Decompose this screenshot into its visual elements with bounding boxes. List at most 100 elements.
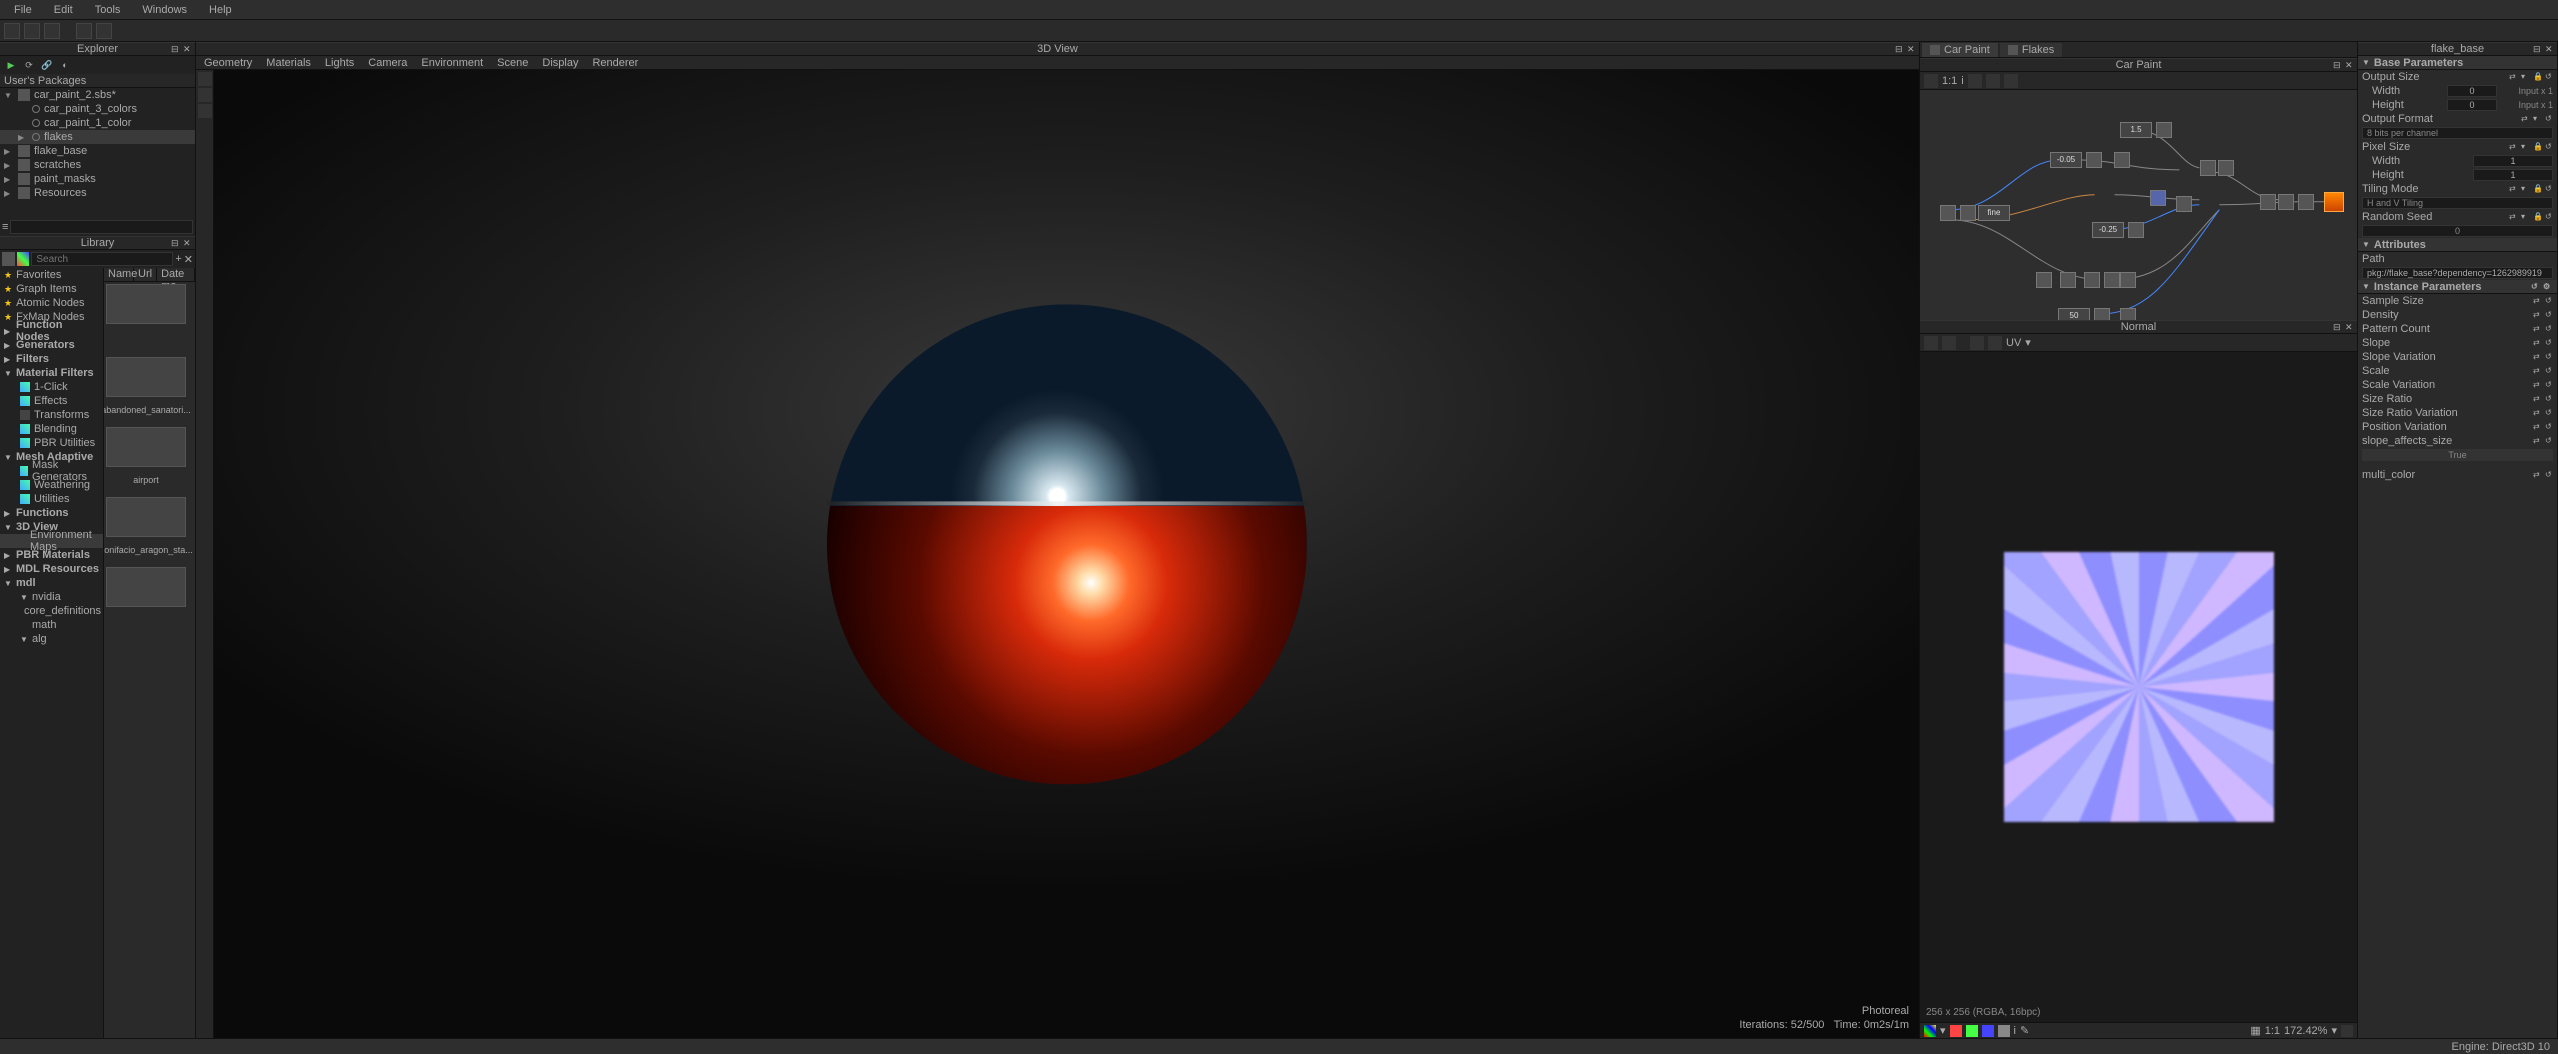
tree-item[interactable]: car_paint_1_color xyxy=(0,116,195,130)
dropdown-icon[interactable]: ▾ xyxy=(2521,212,2531,222)
library-category[interactable]: ▶MDL Resources xyxy=(0,562,103,576)
reset-icon[interactable]: ↺ xyxy=(2545,142,2555,152)
graph-output-node[interactable] xyxy=(2324,192,2344,212)
dropdown-icon[interactable]: ▾ xyxy=(2521,142,2531,152)
library-category[interactable]: ▼Material Filters xyxy=(0,366,103,380)
pin-icon[interactable]: ⊟ xyxy=(2333,60,2343,70)
alpha-channel[interactable] xyxy=(1998,1025,2010,1037)
close-icon[interactable]: ✕ xyxy=(1907,44,1917,54)
library-category[interactable]: ▶Functions xyxy=(0,506,103,520)
graph-node[interactable] xyxy=(2114,152,2130,168)
graph-node[interactable]: 1.5 xyxy=(2120,122,2152,138)
info-icon[interactable]: i xyxy=(1961,75,1963,87)
toolbar-new-icon[interactable] xyxy=(4,23,20,39)
reset-icon[interactable]: ↺ xyxy=(2545,422,2555,432)
refresh-icon[interactable]: ⟳ xyxy=(22,58,36,72)
col-url[interactable]: Url xyxy=(134,268,157,281)
tool-icon[interactable] xyxy=(198,104,212,118)
explorer-filter-input[interactable] xyxy=(10,220,193,234)
link-icon[interactable]: ⇄ xyxy=(2533,296,2543,306)
view3d-menu-item[interactable]: Environment xyxy=(421,57,483,69)
reset-icon[interactable]: ↺ xyxy=(2545,394,2555,404)
library-items[interactable]: Name Url Date mo... abandoned_sanatori..… xyxy=(104,268,195,1038)
height-input[interactable]: 0 xyxy=(2447,99,2497,111)
library-category[interactable]: Transforms xyxy=(0,408,103,422)
graph-tool-icon[interactable] xyxy=(2004,74,2018,88)
tiling-field[interactable]: H and V Tiling xyxy=(2362,197,2553,209)
tool-icon[interactable] xyxy=(198,72,212,86)
graph-node[interactable] xyxy=(2128,222,2144,238)
menu-windows[interactable]: Windows xyxy=(132,2,197,18)
zoom-label[interactable]: 172.42% xyxy=(2284,1025,2327,1037)
link-icon[interactable]: ⇄ xyxy=(2509,142,2519,152)
graph-tool-icon[interactable] xyxy=(1968,74,1982,88)
section-base-parameters[interactable]: ▼Base Parameters xyxy=(2358,56,2557,70)
link-icon[interactable]: ⇄ xyxy=(2533,366,2543,376)
graph-node[interactable] xyxy=(1940,205,1956,221)
link-icon[interactable]: ⇄ xyxy=(2533,470,2543,480)
library-search-input[interactable] xyxy=(31,252,173,266)
graph-node[interactable] xyxy=(2036,272,2052,288)
filter-icon[interactable]: ≡ xyxy=(2,221,8,233)
rgba-icon[interactable] xyxy=(1924,1025,1936,1037)
tool-icon[interactable] xyxy=(2341,1025,2353,1037)
graph-node[interactable] xyxy=(2104,272,2120,288)
library-category[interactable]: Utilities xyxy=(0,492,103,506)
section-instance-parameters[interactable]: ▼Instance Parameters↺⚙ xyxy=(2358,280,2557,294)
graph-tool-icon[interactable] xyxy=(1924,74,1938,88)
tab-flakes[interactable]: Flakes xyxy=(2000,43,2062,57)
zoom-icon[interactable] xyxy=(1986,74,2000,88)
add-icon[interactable]: + xyxy=(175,253,181,265)
library-category[interactable]: Mask Generators xyxy=(0,464,103,478)
view3d-menu-item[interactable]: Lights xyxy=(325,57,354,69)
link-icon[interactable]: ⇄ xyxy=(2521,114,2531,124)
library-category[interactable]: ▶Function Nodes xyxy=(0,324,103,338)
red-channel[interactable] xyxy=(1950,1025,1962,1037)
reset-icon[interactable]: ↺ xyxy=(2545,72,2555,82)
tree-item[interactable]: ▶scratches xyxy=(0,158,195,172)
link-icon[interactable]: ⇄ xyxy=(2509,184,2519,194)
px-width-input[interactable]: 1 xyxy=(2473,155,2553,167)
tab-car-paint[interactable]: Car Paint xyxy=(1922,43,1998,57)
graph-node[interactable] xyxy=(2120,272,2136,288)
graph-node[interactable] xyxy=(2218,160,2234,176)
view3d-menu-item[interactable]: Scene xyxy=(497,57,528,69)
dropdown-icon[interactable]: ▾ xyxy=(1940,1024,1946,1037)
toolbar-open-icon[interactable] xyxy=(24,23,40,39)
clear-icon[interactable]: ✕ xyxy=(184,253,193,266)
px-height-input[interactable]: 1 xyxy=(2473,169,2553,181)
library-thumb[interactable]: airport xyxy=(106,427,186,493)
pin-icon[interactable]: ⊟ xyxy=(171,44,181,54)
library-category[interactable]: Effects xyxy=(0,394,103,408)
menu-tools[interactable]: Tools xyxy=(85,2,131,18)
library-category[interactable]: Weathering xyxy=(0,478,103,492)
explorer-tree[interactable]: ▼car_paint_2.sbs*car_paint_3_colorscar_p… xyxy=(0,88,195,218)
graph-node[interactable]: 50 xyxy=(2058,308,2090,320)
reset-icon[interactable]: ↺ xyxy=(2545,470,2555,480)
link-icon[interactable]: 🔗 xyxy=(40,58,54,72)
reset-icon[interactable]: ↺ xyxy=(2545,212,2555,222)
library-category[interactable]: ★Atomic Nodes xyxy=(0,296,103,310)
lock-icon[interactable]: 🔒 xyxy=(2533,212,2543,222)
eyedropper-icon[interactable]: ✎ xyxy=(2020,1024,2029,1037)
close-icon[interactable]: ✕ xyxy=(2345,60,2355,70)
tree-item[interactable]: ▶paint_masks xyxy=(0,172,195,186)
tree-item[interactable]: ▼car_paint_2.sbs* xyxy=(0,88,195,102)
col-date[interactable]: Date mo... xyxy=(157,268,195,281)
link-icon[interactable]: ⇄ xyxy=(2533,310,2543,320)
library-category[interactable]: PBR Utilities xyxy=(0,436,103,450)
col-name[interactable]: Name xyxy=(104,268,134,281)
graph-node[interactable] xyxy=(2150,190,2166,206)
reset-icon[interactable]: ↺ xyxy=(2545,408,2555,418)
view3d-menu-item[interactable]: Materials xyxy=(266,57,311,69)
tool-icon[interactable] xyxy=(198,88,212,102)
close-icon[interactable]: ✕ xyxy=(183,238,193,248)
dropdown-icon[interactable]: ▾ xyxy=(2521,72,2531,82)
chevron-down-icon[interactable]: ▾ xyxy=(2025,336,2031,349)
tool-icon[interactable] xyxy=(1924,336,1938,350)
library-category[interactable]: ▼nvidia xyxy=(0,590,103,604)
reset-icon[interactable]: ↺ xyxy=(2545,366,2555,376)
color-icon[interactable] xyxy=(17,252,30,266)
library-category[interactable]: Blending xyxy=(0,422,103,436)
library-thumb[interactable]: bonifacio_aragon_sta... xyxy=(106,497,186,563)
